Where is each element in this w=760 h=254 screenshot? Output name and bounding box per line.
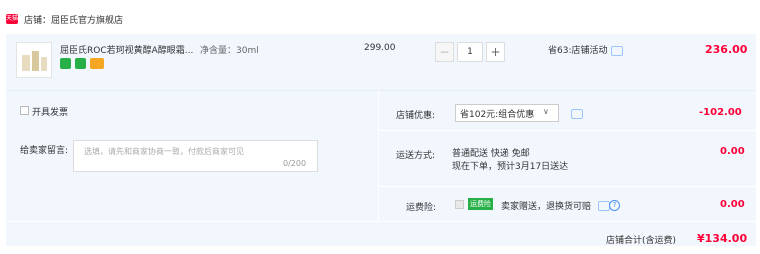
discount-amount: -102.00 [699,107,742,118]
shipping-label: 运送方式: [396,151,436,161]
chat-icon[interactable] [571,109,583,119]
invoice-checkbox[interactable] [20,106,29,115]
quantity-decrease-button[interactable]: − [435,42,454,62]
product-image-jar [41,57,47,71]
store-total-value: ¥134.00 [697,232,748,245]
product-image-tube [32,51,39,71]
promotion-saving: 省63:店铺活动 [548,46,608,56]
row-divider [379,186,756,187]
store-name-link[interactable]: 店铺：屈臣氏官方旗舰店 [24,13,123,26]
shipping-amount: 0.00 [720,146,745,157]
total-divider [6,221,756,222]
column-divider [378,91,379,220]
discount-select-value: 省102元:组合优惠 [460,110,535,120]
product-thumbnail[interactable] [16,42,52,78]
insurance-checkbox [455,200,464,209]
insurance-text: 卖家赠送，退换货可赔 [501,202,592,212]
product-title[interactable]: 屈臣氏ROC若珂视黄醇A醇眼霜... [60,43,193,56]
store-total-label: 店铺合计(含运费) [606,236,677,246]
seven-day-return-icon[interactable] [60,58,71,69]
tmall-badge: 天猫 [6,14,19,24]
quantity-input[interactable]: 1 [457,42,483,62]
row-divider [379,130,756,131]
product-spec: 净含量：30ml [200,46,259,56]
shipping-method: 普通配送 快递 免邮 现在下单，预计3月17日送达 [452,148,568,174]
card-icon[interactable] [90,58,104,69]
message-char-count: 0/200 [283,159,307,168]
invoice-label: 开具发票 [32,108,69,118]
insurance-label: 运费险: [406,203,437,213]
insurance-amount: 0.00 [720,199,745,210]
chat-icon[interactable] [611,46,623,56]
shipping-method-line: 普通配送 快递 免邮 [452,149,530,159]
message-placeholder: 选填，请先和商家协商一致，付款后商家可见 [84,147,244,156]
unit-price: 299.00 [364,43,396,53]
item-subtotal: 236.00 [705,43,748,56]
product-image-box [22,55,30,71]
discount-label: 店铺优惠: [396,111,436,121]
message-label: 给卖家留言: [20,146,69,156]
quantity-increase-button[interactable]: + [486,42,505,62]
guarantee-icon[interactable] [75,58,86,69]
quantity-stepper: − 1 + [435,42,505,62]
delivery-estimate: 现在下单，预计3月17日送达 [452,162,569,172]
chevron-down-icon[interactable]: ∨ [543,107,549,116]
insurance-badge: 运费险 [468,198,493,210]
help-icon[interactable]: ? [609,200,620,211]
